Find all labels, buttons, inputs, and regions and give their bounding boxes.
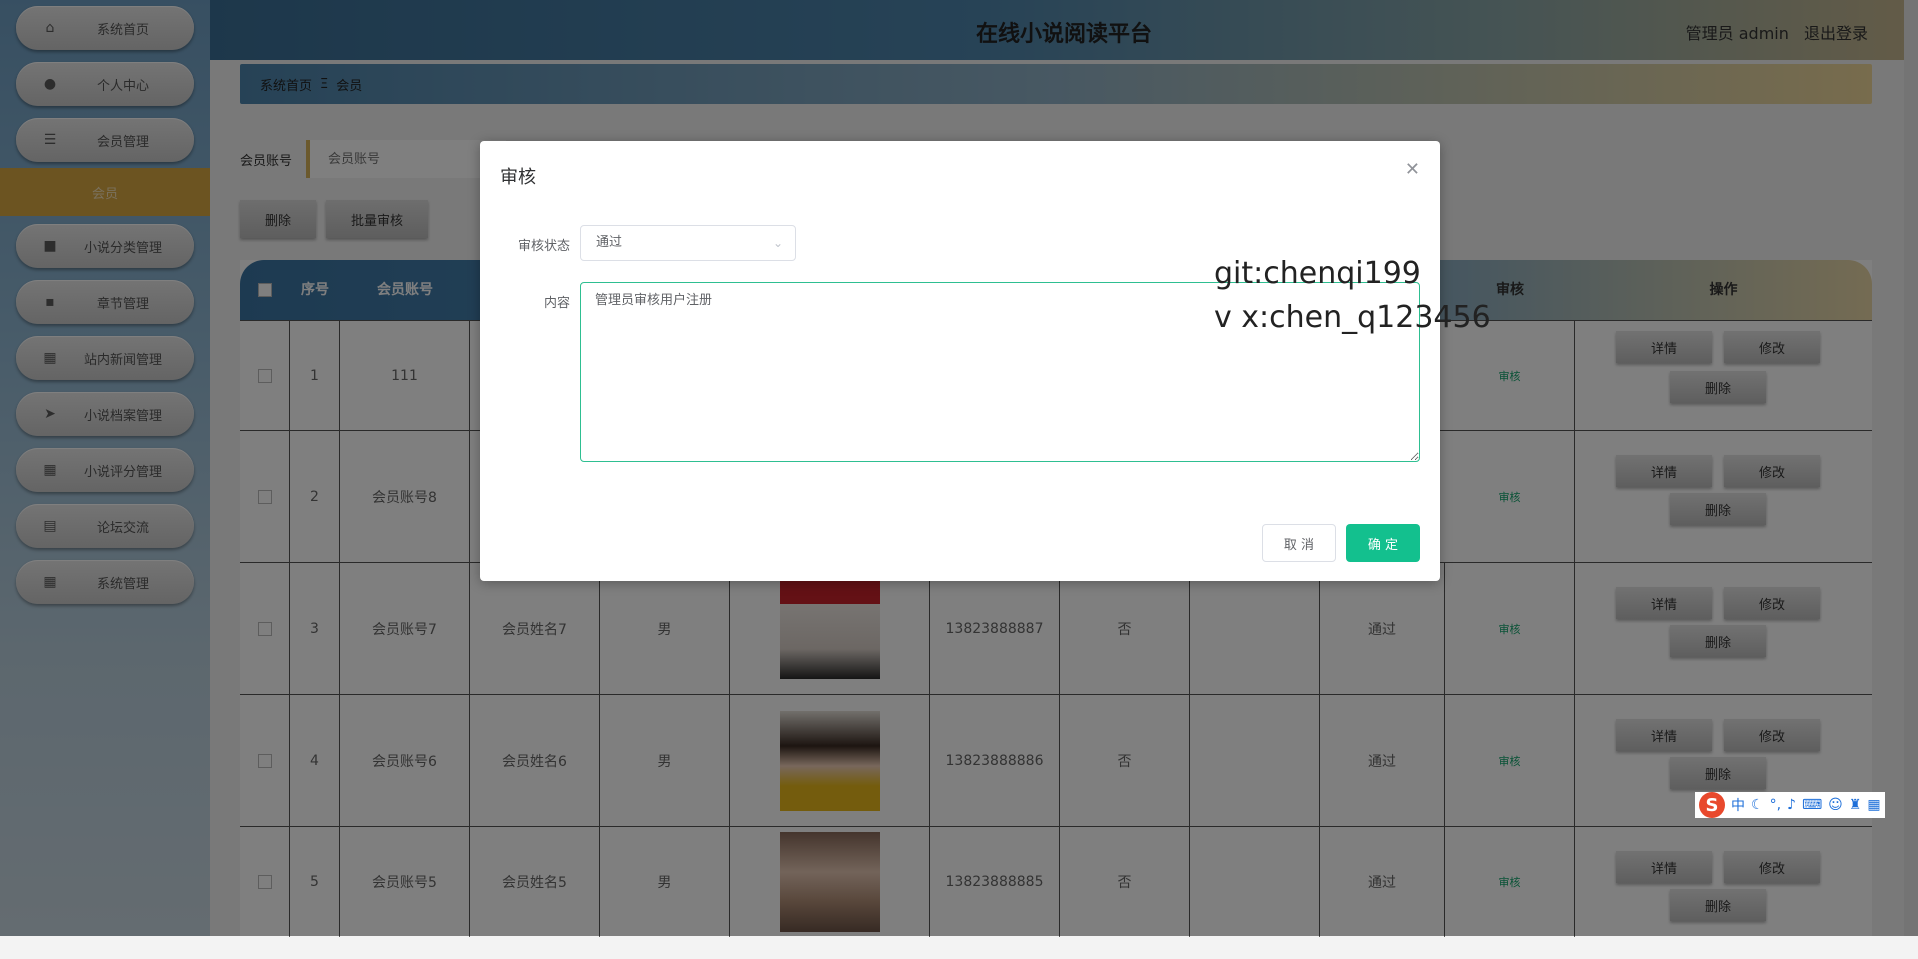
chevron-down-icon: ⌄ — [772, 236, 783, 250]
ime-mode[interactable]: 中 — [1731, 795, 1745, 815]
confirm-button[interactable]: 确 定 — [1346, 524, 1420, 562]
dialog-title: 审核 — [500, 167, 536, 188]
status-label: 审核状态 — [517, 239, 570, 254]
moon-icon[interactable]: ☾ — [1751, 797, 1764, 813]
cancel-button[interactable]: 取 消 — [1262, 524, 1336, 562]
shirt-icon[interactable]: ♜ — [1849, 797, 1862, 813]
status-select-value: 通过 — [596, 235, 623, 250]
status-select[interactable]: 通过 ⌄ — [580, 225, 796, 261]
ime-toolbar[interactable]: S 中 ☾ °, ♪ ⌨ ☺ ♜ ▦ — [1695, 792, 1885, 818]
content-label: 内容 — [543, 296, 570, 311]
watermark: git:chenqi199 v x:chen_q123456 — [1214, 252, 1491, 340]
sogou-logo-icon: S — [1699, 792, 1725, 818]
watermark-line2: v x:chen_q123456 — [1214, 300, 1491, 335]
grid-icon[interactable]: ▦ — [1867, 797, 1880, 813]
keyboard-icon[interactable]: ⌨ — [1802, 797, 1822, 813]
watermark-line1: git:chenqi199 — [1214, 256, 1421, 291]
microphone-icon[interactable]: ♪ — [1787, 797, 1796, 813]
punctuation-icon[interactable]: °, — [1770, 797, 1781, 813]
user-icon[interactable]: ☺ — [1828, 797, 1843, 813]
close-icon[interactable]: ✕ — [1405, 159, 1420, 180]
review-dialog: 审核 ✕ 审核状态 通过 ⌄ 内容 管理员审核用户注册 取 消 确 定 — [480, 141, 1440, 581]
